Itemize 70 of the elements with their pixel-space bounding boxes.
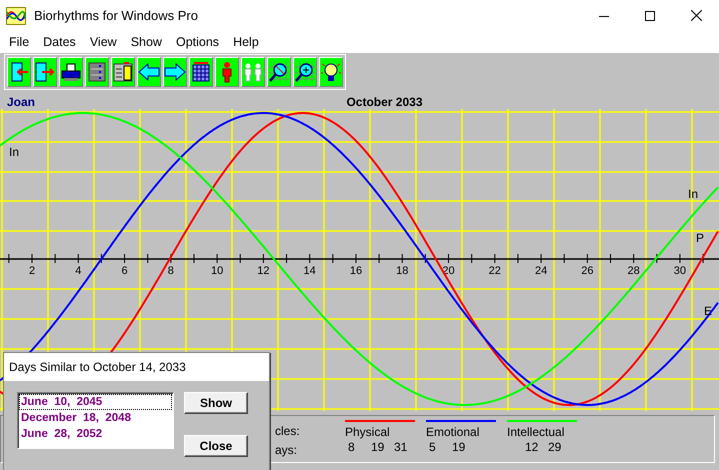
legend-name: Intellectual — [507, 425, 566, 439]
menu-item[interactable]: Help — [226, 35, 266, 49]
day-label: 16 — [350, 265, 362, 277]
critical-day: 31 — [391, 440, 414, 454]
printer-icon — [60, 61, 82, 83]
date-item[interactable]: June 10, 2045 — [19, 394, 172, 410]
cycles-label: cles: — [275, 424, 301, 438]
magnifier-icon — [294, 61, 316, 83]
legend-name: Physical — [345, 425, 391, 439]
app-icon — [6, 6, 26, 24]
curve-label: P — [696, 231, 704, 245]
toolbar-button[interactable] — [189, 57, 213, 87]
menu-item[interactable]: View — [82, 35, 124, 49]
magnifier-icon — [268, 61, 290, 83]
toolbar-button[interactable] — [59, 57, 83, 87]
toolbar-button[interactable] — [215, 57, 239, 87]
day-label: 12 — [257, 265, 270, 277]
day-label: 2 — [28, 265, 36, 277]
day-label: 26 — [581, 265, 594, 277]
toolbar-button[interactable] — [163, 57, 187, 87]
menu-item[interactable]: Dates — [36, 35, 83, 49]
toolbar-button[interactable] — [137, 57, 161, 87]
day-label: 4 — [75, 265, 82, 277]
dialog-title: Days Similar to October 14, 2033 — [4, 353, 269, 381]
lightbulb-icon — [320, 61, 342, 83]
day-label: 8 — [168, 265, 174, 277]
day-label: 22 — [488, 265, 501, 277]
critical-day: 29 — [545, 440, 568, 454]
cabinet-icon — [86, 61, 108, 83]
day-label: 30 — [674, 265, 686, 277]
curve-label: E — [704, 304, 712, 318]
right-arrow-icon — [164, 61, 186, 83]
toolbar-button[interactable] — [85, 57, 109, 87]
calendar-icon — [190, 61, 212, 83]
day-label: 14 — [304, 265, 316, 277]
critical-day: 8 — [345, 440, 368, 454]
date-item[interactable]: December 18, 2048 — [19, 410, 172, 426]
menu-item[interactable]: File — [2, 35, 36, 49]
day-label: 10 — [211, 265, 224, 277]
days-label: ays: — [275, 443, 298, 457]
critical-day: 19 — [368, 440, 391, 454]
door-arrow-icon — [34, 61, 56, 83]
menu-item[interactable]: Show — [124, 35, 169, 49]
dialog-button[interactable]: Close — [184, 435, 248, 457]
day-label: 28 — [628, 265, 640, 277]
toolbar-button[interactable] — [267, 57, 291, 87]
toolbar-button[interactable] — [7, 57, 31, 87]
day-label: 24 — [534, 265, 548, 277]
day-label: 6 — [122, 265, 128, 277]
legend-name: Emotional — [426, 425, 480, 439]
toolbar-button[interactable] — [111, 57, 135, 87]
menu-item[interactable]: Options — [168, 35, 226, 49]
curve-label: In — [9, 145, 20, 159]
people-icon — [242, 61, 264, 83]
left-arrow-icon — [138, 61, 160, 83]
date-item[interactable]: June 28, 2052 — [19, 426, 172, 442]
toolbar-button[interactable] — [319, 57, 343, 87]
close-icon — [690, 10, 702, 21]
document-icon — [112, 61, 134, 83]
window-title: Biorhythms for Windows Pro — [34, 8, 199, 23]
dialog-button[interactable]: Show — [184, 392, 248, 414]
critical-day: 12 — [522, 440, 545, 454]
critical-day: 19 — [449, 440, 472, 454]
toolbar-button[interactable] — [293, 57, 317, 87]
month-title: October 2033 — [346, 95, 423, 109]
person-name: Joan — [7, 95, 36, 109]
maximize-icon — [645, 10, 655, 20]
critical-day: 5 — [426, 440, 449, 454]
day-label: 18 — [396, 265, 408, 277]
toolbar-button[interactable] — [33, 57, 57, 87]
